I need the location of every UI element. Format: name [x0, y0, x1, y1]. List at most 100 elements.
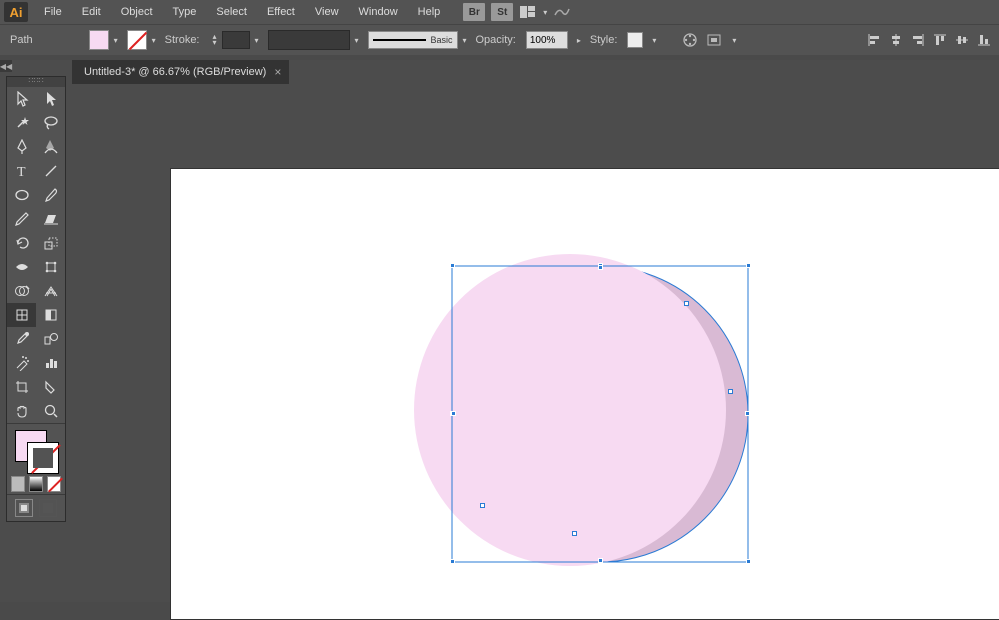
fill-swatch[interactable]	[89, 30, 109, 50]
gpu-icon[interactable]	[552, 3, 572, 21]
align-bottom-icon[interactable]	[975, 31, 993, 49]
sel-handle-bl[interactable]	[450, 559, 455, 564]
anchor-right[interactable]	[745, 411, 750, 416]
brush-def-dropdown[interactable]: ▾	[460, 36, 470, 45]
blend-tool[interactable]	[36, 327, 65, 351]
stroke-label: Stroke:	[165, 34, 200, 46]
menu-edit[interactable]: Edit	[72, 2, 111, 22]
fill-dropdown[interactable]: ▾	[111, 36, 121, 45]
style-label: Style:	[590, 34, 618, 46]
line-tool[interactable]	[36, 159, 65, 183]
anchor-diag2[interactable]	[728, 389, 733, 394]
paintbrush-tool[interactable]	[36, 183, 65, 207]
anchor-bottom[interactable]	[598, 558, 603, 563]
menu-effect[interactable]: Effect	[257, 2, 305, 22]
bridge-icon[interactable]: Br	[463, 3, 485, 21]
sel-handle-br[interactable]	[746, 559, 751, 564]
anchor-diag4[interactable]	[572, 531, 577, 536]
stroke-swatch-control[interactable]: ▾	[127, 30, 159, 50]
profile-control[interactable]: ▾	[268, 30, 362, 50]
align-right-icon[interactable]	[909, 31, 927, 49]
stroke-stepper[interactable]: ▴▾	[210, 34, 220, 46]
menu-type[interactable]: Type	[163, 2, 207, 22]
arrange-dropdown[interactable]: ▾	[540, 8, 550, 17]
free-transform-tool[interactable]	[36, 255, 65, 279]
menu-window[interactable]: Window	[349, 2, 408, 22]
artboard-tool[interactable]	[7, 375, 36, 399]
align-hcenter-icon[interactable]	[887, 31, 905, 49]
type-tool[interactable]: T	[7, 159, 36, 183]
document-tab[interactable]: Untitled-3* @ 66.67% (RGB/Preview) ×	[72, 60, 289, 84]
curvature-tool[interactable]	[36, 135, 65, 159]
pen-tool[interactable]	[7, 135, 36, 159]
color-well[interactable]	[7, 424, 65, 474]
perspective-grid-tool[interactable]	[36, 279, 65, 303]
mesh-tool[interactable]	[7, 303, 36, 327]
zoom-tool[interactable]	[36, 399, 65, 423]
sel-handle-tl[interactable]	[450, 263, 455, 268]
tab-close-icon[interactable]: ×	[274, 65, 281, 79]
style-dropdown[interactable]: ▾	[649, 36, 659, 45]
menu-help[interactable]: Help	[408, 2, 451, 22]
arrange-docs-icon[interactable]	[518, 3, 538, 21]
color-mode-btn[interactable]	[11, 476, 25, 492]
align-buttons	[865, 31, 993, 49]
align-left-icon[interactable]	[865, 31, 883, 49]
profile-dropdown[interactable]: ▾	[352, 36, 362, 45]
eyedropper-tool[interactable]	[7, 327, 36, 351]
stroke-dropdown[interactable]: ▾	[149, 36, 159, 45]
stroke-swatch[interactable]	[127, 30, 147, 50]
menu-select[interactable]: Select	[206, 2, 257, 22]
none-mode-btn[interactable]	[47, 476, 61, 492]
symbol-sprayer-tool[interactable]	[7, 351, 36, 375]
svg-text:T: T	[17, 165, 26, 178]
sel-handle-tr[interactable]	[746, 263, 751, 268]
direct-selection-tool[interactable]	[36, 87, 65, 111]
scale-tool[interactable]	[36, 231, 65, 255]
recolor-icon[interactable]	[681, 31, 699, 49]
align-to-dropdown[interactable]: ▾	[729, 36, 739, 45]
shape-builder-tool[interactable]	[7, 279, 36, 303]
selection-tool[interactable]	[7, 87, 36, 111]
opacity-dropdown[interactable]: ▸	[574, 36, 584, 45]
opacity-input[interactable]: 100%	[526, 31, 568, 49]
stroke-weight-input[interactable]	[222, 31, 250, 49]
menu-object[interactable]: Object	[111, 2, 163, 22]
gradient-mode-btn[interactable]	[29, 476, 43, 492]
column-graph-tool[interactable]	[36, 351, 65, 375]
stroke-weight-dropdown[interactable]: ▾	[252, 36, 262, 45]
normal-mode-btn[interactable]	[15, 499, 33, 517]
align-to-icon[interactable]	[705, 31, 723, 49]
eraser-tool[interactable]	[36, 207, 65, 231]
screen-mode-btn[interactable]	[39, 499, 57, 517]
anchor-diag3[interactable]	[480, 503, 485, 508]
anchor-diag1[interactable]	[684, 301, 689, 306]
circle-main[interactable]	[414, 254, 726, 566]
width-tool[interactable]	[7, 255, 36, 279]
toolbox-handle[interactable]: ∷∷∷	[7, 77, 65, 87]
anchor-top[interactable]	[598, 265, 603, 270]
ellipse-tool[interactable]	[7, 183, 36, 207]
brush-definition[interactable]: Basic	[368, 31, 458, 49]
menu-view[interactable]: View	[305, 2, 349, 22]
anchor-left[interactable]	[451, 411, 456, 416]
fill-control[interactable]: ▾	[89, 30, 121, 50]
pencil-tool[interactable]	[7, 207, 36, 231]
align-vcenter-icon[interactable]	[953, 31, 971, 49]
lasso-tool[interactable]	[36, 111, 65, 135]
menu-file[interactable]: File	[34, 2, 72, 22]
rotate-tool[interactable]	[7, 231, 36, 255]
slice-tool[interactable]	[36, 375, 65, 399]
variable-width-profile[interactable]	[268, 30, 350, 50]
canvas[interactable]	[72, 84, 999, 602]
hand-tool[interactable]	[7, 399, 36, 423]
style-swatch[interactable]	[627, 32, 643, 48]
gradient-tool[interactable]	[36, 303, 65, 327]
panel-collapse-icon[interactable]: ◀◀	[0, 60, 12, 72]
stock-icon[interactable]: St	[491, 3, 513, 21]
stroke-color-well[interactable]	[27, 442, 59, 474]
tab-title: Untitled-3* @ 66.67% (RGB/Preview)	[84, 66, 266, 78]
brush-def-control[interactable]: Basic ▾	[368, 31, 470, 49]
align-top-icon[interactable]	[931, 31, 949, 49]
magic-wand-tool[interactable]	[7, 111, 36, 135]
